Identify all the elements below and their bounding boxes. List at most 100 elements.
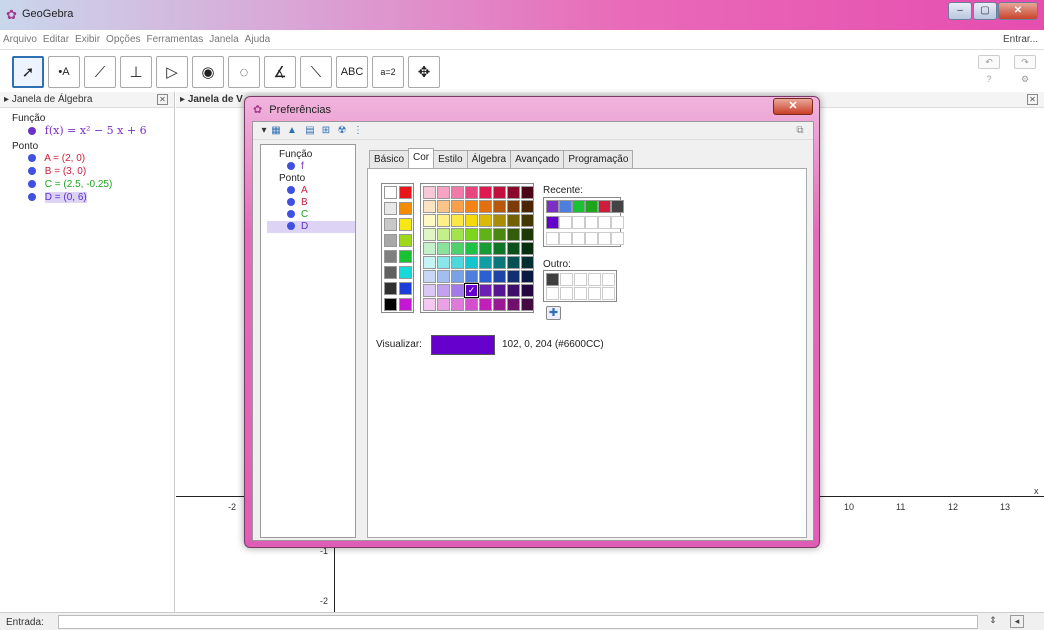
palette-swatch[interactable] (423, 200, 436, 213)
palette-swatch[interactable] (507, 242, 520, 255)
tab-avancado[interactable]: Avançado (510, 150, 565, 170)
palette-swatch[interactable] (437, 242, 450, 255)
palette-swatch[interactable] (437, 284, 450, 297)
spreadsheet-settings-icon[interactable]: ▤ (303, 124, 317, 137)
undo-button[interactable]: ↶ (978, 55, 1000, 69)
palette-swatch[interactable] (521, 200, 534, 213)
advanced-settings-icon[interactable]: ⋮ (351, 124, 365, 137)
palette-swatch[interactable] (451, 284, 464, 297)
custom-swatch[interactable] (560, 273, 573, 286)
palette-swatch[interactable] (465, 200, 478, 213)
layout-settings-icon[interactable]: ⊞ (319, 124, 333, 137)
palette-swatch[interactable] (465, 214, 478, 227)
primary-swatch[interactable] (399, 266, 412, 279)
primary-swatch[interactable] (399, 202, 412, 215)
palette-swatch[interactable] (521, 186, 534, 199)
palette-swatch[interactable] (423, 228, 436, 241)
move-view-tool-button[interactable]: ✥ (408, 56, 440, 88)
recent-swatch[interactable] (546, 232, 559, 245)
tab-cor[interactable]: Cor (408, 148, 435, 168)
palette-swatch[interactable] (465, 298, 478, 311)
palette-swatch[interactable] (423, 270, 436, 283)
custom-swatch[interactable] (560, 287, 573, 300)
tree-item-f[interactable]: f (267, 161, 355, 173)
gray-swatch[interactable] (384, 186, 397, 199)
recent-swatch[interactable] (611, 200, 624, 213)
palette-swatch[interactable] (507, 256, 520, 269)
palette-swatch[interactable] (493, 284, 506, 297)
palette-swatch[interactable] (479, 256, 492, 269)
point-tool-button[interactable]: •A (48, 56, 80, 88)
palette-swatch[interactable] (479, 200, 492, 213)
palette-swatch[interactable] (437, 200, 450, 213)
recent-swatch[interactable] (572, 216, 585, 229)
primary-swatch[interactable] (399, 186, 412, 199)
algebra-item-d[interactable]: D = (0, 6) (12, 191, 174, 204)
custom-swatch[interactable] (588, 273, 601, 286)
recent-swatch[interactable] (598, 216, 611, 229)
primary-swatch[interactable] (399, 234, 412, 247)
palette-swatch[interactable] (437, 298, 450, 311)
palette-swatch[interactable] (479, 298, 492, 311)
palette-swatch[interactable] (437, 214, 450, 227)
palette-swatch[interactable] (507, 200, 520, 213)
palette-swatch[interactable] (423, 214, 436, 227)
palette-swatch[interactable] (521, 242, 534, 255)
menu-editar[interactable]: Editar (40, 30, 72, 45)
recent-swatch[interactable] (598, 232, 611, 245)
menu-ferramentas[interactable]: Ferramentas (144, 30, 207, 45)
algebra-item-f[interactable]: f(x) = x² − 5 x + 6 (12, 124, 174, 137)
menu-janela[interactable]: Janela (206, 30, 241, 45)
defaults-settings-icon[interactable]: ☢ (335, 124, 349, 137)
tab-basico[interactable]: Básico (369, 150, 410, 170)
visibility-dot-icon[interactable] (28, 180, 36, 188)
palette-swatch[interactable] (465, 228, 478, 241)
recent-swatch[interactable] (611, 232, 624, 245)
symbol-updown-icon[interactable]: ⇕ (986, 615, 1000, 628)
redo-button[interactable]: ↷ (1014, 55, 1036, 69)
menu-opcoes[interactable]: Opções (103, 30, 143, 45)
group-label-funcao[interactable]: Função (12, 113, 174, 124)
custom-swatch[interactable] (574, 287, 587, 300)
palette-swatch[interactable] (437, 186, 450, 199)
palette-swatch[interactable] (521, 228, 534, 241)
palette-swatch[interactable] (507, 298, 520, 311)
primary-swatch[interactable] (399, 298, 412, 311)
palette-swatch[interactable] (493, 298, 506, 311)
palette-swatch[interactable] (479, 242, 492, 255)
gray-swatch[interactable] (384, 266, 397, 279)
perpendicular-tool-button[interactable]: ⊥ (120, 56, 152, 88)
palette-swatch[interactable] (493, 256, 506, 269)
palette-swatch[interactable] (479, 270, 492, 283)
text-tool-button[interactable]: ABC (336, 56, 368, 88)
slider-tool-button[interactable]: a=2 (372, 56, 404, 88)
visibility-dot-icon[interactable] (28, 154, 36, 162)
input-field[interactable] (58, 615, 978, 629)
algebra-item-a[interactable]: A = (2, 0) (12, 152, 174, 165)
palette-swatch[interactable] (465, 270, 478, 283)
gray-swatch[interactable] (384, 202, 397, 215)
recent-swatch[interactable] (546, 216, 559, 229)
tab-algebra[interactable]: Álgebra (466, 150, 512, 170)
circle-tool-button[interactable]: ◉ (192, 56, 224, 88)
palette-swatch[interactable] (451, 186, 464, 199)
tree-item-c[interactable]: C (267, 209, 355, 221)
palette-swatch[interactable] (465, 186, 478, 199)
palette-swatch[interactable] (423, 256, 436, 269)
restore-icon[interactable]: ⧉ (793, 124, 807, 137)
recent-swatch[interactable] (559, 232, 572, 245)
group-label-ponto[interactable]: Ponto (12, 141, 174, 152)
line-tool-button[interactable]: ⟋ (84, 56, 116, 88)
minimize-button[interactable]: – (948, 2, 972, 20)
tab-programacao[interactable]: Programação (563, 150, 634, 170)
palette-swatch[interactable] (451, 270, 464, 283)
primary-swatch[interactable] (399, 250, 412, 263)
palette-swatch[interactable] (423, 298, 436, 311)
tree-group-ponto[interactable]: Ponto (267, 173, 355, 185)
palette-swatch[interactable] (451, 298, 464, 311)
palette-swatch[interactable] (493, 228, 506, 241)
palette-swatch[interactable] (423, 186, 436, 199)
palette-swatch[interactable] (493, 242, 506, 255)
tree-item-a[interactable]: A (267, 185, 355, 197)
palette-swatch[interactable] (521, 298, 534, 311)
